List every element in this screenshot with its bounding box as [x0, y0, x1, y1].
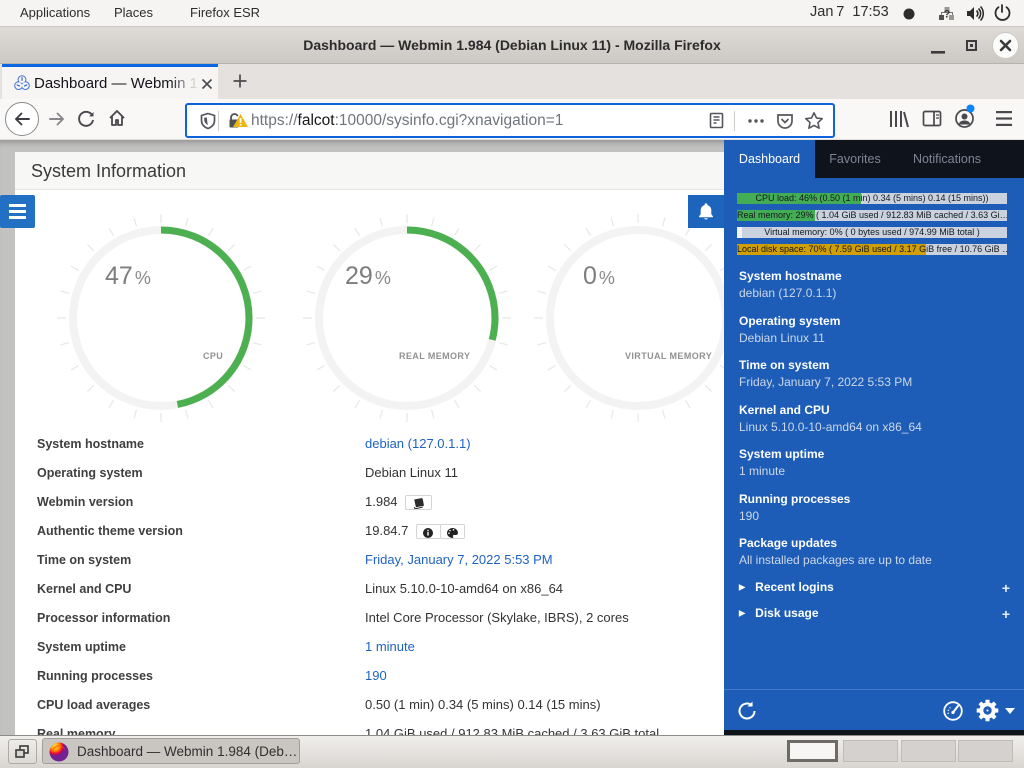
svg-text:?: ? [944, 9, 951, 21]
